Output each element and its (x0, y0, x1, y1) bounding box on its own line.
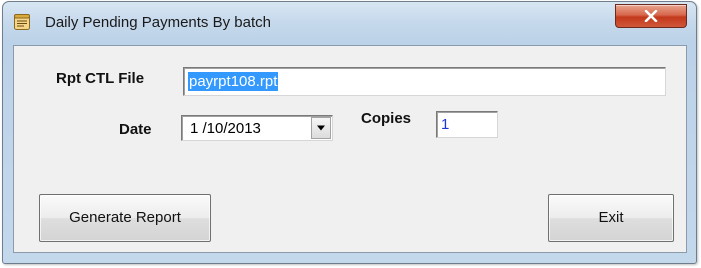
date-dropdown-button[interactable] (311, 117, 331, 139)
exit-button[interactable]: Exit (548, 194, 674, 242)
title-bar[interactable]: Daily Pending Payments By batch (3, 2, 696, 38)
date-label: Date (119, 121, 152, 138)
copies-value: 1 (441, 116, 450, 133)
report-list-icon (13, 13, 31, 31)
close-button[interactable] (615, 4, 687, 28)
rpt-ctl-file-value: payrpt108.rpt (188, 72, 279, 91)
rpt-ctl-file-input[interactable]: payrpt108.rpt (183, 67, 666, 96)
close-icon (644, 10, 658, 22)
generate-report-button[interactable]: Generate Report (39, 194, 211, 242)
chevron-down-icon (317, 125, 325, 131)
rpt-ctl-file-label: Rpt CTL File (56, 70, 145, 87)
window-title: Daily Pending Payments By batch (45, 14, 271, 31)
copies-label: Copies (361, 110, 412, 127)
date-value: 1 /10/2013 (190, 120, 261, 137)
dialog-body: Rpt CTL File payrpt108.rpt Date 1 /10/20… (13, 45, 687, 253)
date-picker[interactable]: 1 /10/2013 (181, 115, 333, 141)
report-dialog-window: Daily Pending Payments By batch Rpt CTL … (2, 1, 697, 264)
copies-input[interactable]: 1 (436, 111, 498, 138)
